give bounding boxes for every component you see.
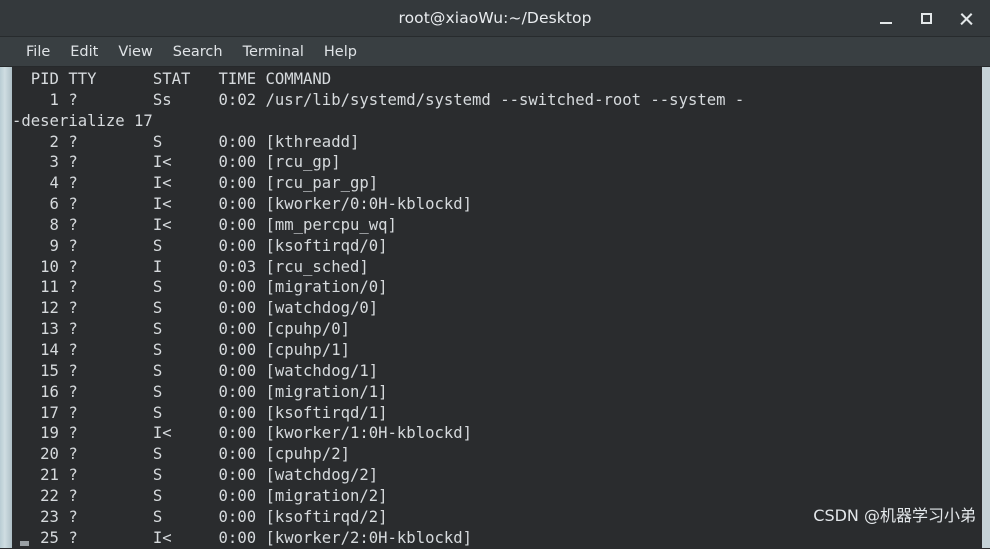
terminal-line: 20 ? S 0:00 [cpuhp/2] [12, 445, 350, 464]
terminal-line: 6 ? I< 0:00 [kworker/0:0H-kblockd] [12, 195, 473, 214]
terminal-line: 8 ? I< 0:00 [mm_percpu_wq] [12, 215, 397, 234]
terminal-header-line: PID TTY STAT TIME COMMAND [12, 70, 332, 88]
close-button[interactable] [948, 4, 984, 34]
menu-item-file[interactable]: File [16, 42, 60, 62]
terminal-line: 11 ? S 0:00 [migration/0] [12, 278, 388, 297]
close-icon [959, 12, 973, 26]
terminal-line: 12 ? S 0:00 [watchdog/0] [12, 299, 379, 318]
window-right-edge [982, 67, 990, 548]
maximize-button[interactable] [908, 4, 944, 34]
terminal-line: 25 ? I< 0:00 [kworker/2:0H-kblockd] [12, 528, 473, 547]
terminal-line: 4 ? I< 0:00 [rcu_par_gp] [12, 174, 379, 193]
terminal-line: 17 ? S 0:00 [ksoftirqd/1] [12, 403, 388, 422]
terminal-scrollbar[interactable] [0, 67, 12, 548]
minimize-button[interactable] [868, 4, 904, 34]
terminal-line: 23 ? S 0:00 [ksoftirqd/2] [12, 507, 388, 526]
maximize-icon [920, 13, 932, 24]
terminal-screen[interactable]: PID TTY STAT TIME COMMAND 1 ? Ss 0:02 /u… [12, 67, 982, 548]
menu-bar: File Edit View Search Terminal Help [0, 37, 990, 67]
window-title: root@xiaoWu:~/Desktop [398, 9, 592, 27]
menu-item-terminal[interactable]: Terminal [233, 42, 314, 62]
terminal-line: 13 ? S 0:00 [cpuhp/0] [12, 320, 350, 339]
menu-item-edit[interactable]: Edit [60, 42, 108, 62]
terminal-line: -deserialize 17 [12, 111, 153, 130]
terminal-body: PID TTY STAT TIME COMMAND 1 ? Ss 0:02 /u… [0, 67, 990, 548]
terminal-line: 22 ? S 0:00 [migration/2] [12, 486, 388, 505]
terminal-line: 1 ? Ss 0:02 /usr/lib/systemd/systemd --s… [12, 90, 745, 109]
terminal-cursor [20, 541, 29, 546]
terminal-line: 9 ? S 0:00 [ksoftirqd/0] [12, 236, 388, 255]
terminal-line: 21 ? S 0:00 [watchdog/2] [12, 466, 379, 485]
menu-item-help[interactable]: Help [314, 42, 367, 62]
window-controls [868, 0, 984, 37]
menu-item-view[interactable]: View [108, 42, 162, 62]
menu-item-search[interactable]: Search [163, 42, 233, 62]
terminal-line: 14 ? S 0:00 [cpuhp/1] [12, 340, 350, 359]
terminal-line: 10 ? I 0:03 [rcu_sched] [12, 257, 369, 276]
terminal-line: 19 ? I< 0:00 [kworker/1:0H-kblockd] [12, 424, 473, 443]
terminal-window: root@xiaoWu:~/Desktop File Edit View Sea… [0, 0, 990, 549]
terminal-line: 16 ? S 0:00 [migration/1] [12, 382, 388, 401]
terminal-line: 2 ? S 0:00 [kthreadd] [12, 132, 360, 151]
terminal-line: 3 ? I< 0:00 [rcu_gp] [12, 153, 341, 172]
minimize-icon [880, 22, 892, 24]
terminal-line: 15 ? S 0:00 [watchdog/1] [12, 361, 379, 380]
title-bar[interactable]: root@xiaoWu:~/Desktop [0, 0, 990, 37]
